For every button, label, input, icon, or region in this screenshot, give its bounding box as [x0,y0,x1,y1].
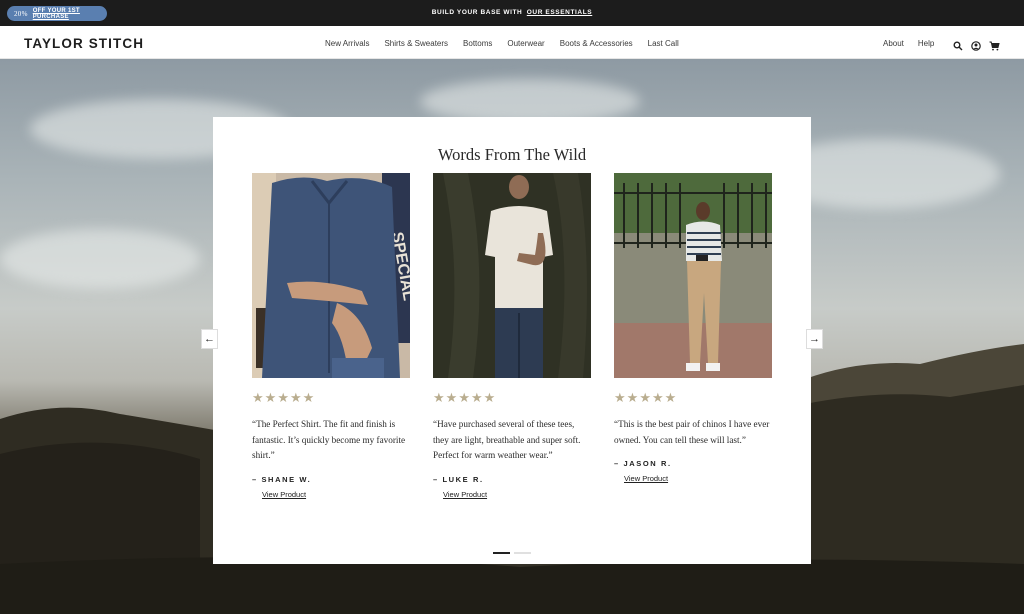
review-photo-shirt[interactable]: SPECIAL [252,173,410,378]
star-rating: ★ ★ ★ ★ ★ [614,391,772,404]
review-photo-chinos[interactable] [614,173,772,378]
star-icon: ★ [445,390,458,405]
star-rating: ★ ★ ★ ★ ★ [433,391,591,404]
star-icon: ★ [470,390,483,405]
pagination-dot-2[interactable] [514,552,531,554]
announcement-bar: 20% OFF YOUR 1ST PURCHASE BUILD YOUR BAS… [0,0,1024,26]
announcement-label: BUILD YOUR BASE WITH [431,9,523,16]
prev-arrow-button[interactable]: ← [201,329,218,349]
nav-item-shirts-sweaters[interactable]: Shirts & Sweaters [384,39,448,48]
pagination-dot-1[interactable] [493,552,510,554]
star-rating: ★ ★ ★ ★ ★ [252,391,410,404]
customer-photo-image [614,173,772,378]
cart-icon[interactable] [989,38,1000,51]
review-author: – SHANE W. [252,474,312,484]
nav-item-help[interactable]: Help [918,39,934,48]
star-icon: ★ [614,390,626,405]
customer-photo-image [433,173,591,378]
star-icon: ★ [289,390,302,405]
utility-nav: About Help [883,39,934,48]
view-product-link[interactable]: View Product [624,474,668,483]
testimonials-card: Words From The Wild SPECIAL ★ ★ ★ ★ ★ “The P… [213,117,811,564]
review-card: SPECIAL ★ ★ ★ ★ ★ “The Perfect Shirt. The fi… [252,173,410,502]
review-quote: “This is the best pair of chinos I have … [614,419,770,445]
customer-photo-image: SPECIAL [252,173,410,378]
star-icon: ★ [277,390,289,405]
star-icon: ★ [433,390,445,405]
announcement-link[interactable]: OUR ESSENTIALS [527,9,592,16]
view-product-link[interactable]: View Product [443,490,487,499]
next-arrow-button[interactable]: → [806,329,823,349]
site-header: TAYLOR STITCH New Arrivals Shirts & Swea… [0,26,1024,59]
account-icon[interactable] [971,38,981,51]
carousel-pagination [493,552,531,554]
star-icon: ★ [252,390,264,405]
arrow-left-icon: ← [204,333,215,345]
review-card: ★ ★ ★ ★ ★ “This is the best pair of chinos I… [614,173,772,486]
review-card: ★ ★ ★ ★ ★ “Have purchased several of these t… [433,173,591,502]
review-quote: “The Perfect Shirt. The fit and finish i… [252,419,406,460]
star-icon: ★ [264,390,277,405]
header-icons [953,38,1000,51]
announcement-text: BUILD YOUR BASE WITH OUR ESSENTIALS [0,9,1024,16]
review-author: – LUKE R. [433,474,484,484]
star-icon: ★ [639,390,651,405]
nav-item-bottoms[interactable]: Bottoms [463,39,492,48]
star-icon: ★ [626,390,639,405]
main-nav: New Arrivals Shirts & Sweaters Bottoms O… [325,39,679,48]
star-icon: ★ [302,390,315,405]
nav-item-boots-accessories[interactable]: Boots & Accessories [560,39,633,48]
star-icon: ★ [458,390,470,405]
review-photo-tee[interactable] [433,173,591,378]
review-author: – JASON R. [614,459,672,468]
review-quote: “Have purchased several of these tees, t… [433,419,581,460]
section-title: Words From The Wild [437,145,587,164]
star-icon: ★ [651,390,664,405]
star-icon: ★ [483,390,496,405]
view-product-link[interactable]: View Product [262,490,306,499]
arrow-right-icon: → [809,333,820,345]
nav-item-outerwear[interactable]: Outerwear [507,39,544,48]
search-icon[interactable] [953,38,963,51]
site-logo[interactable]: TAYLOR STITCH [24,36,144,51]
star-icon: ★ [664,390,677,405]
nav-item-last-call[interactable]: Last Call [648,39,679,48]
nav-item-new-arrivals[interactable]: New Arrivals [325,39,369,48]
nav-item-about[interactable]: About [883,39,904,48]
